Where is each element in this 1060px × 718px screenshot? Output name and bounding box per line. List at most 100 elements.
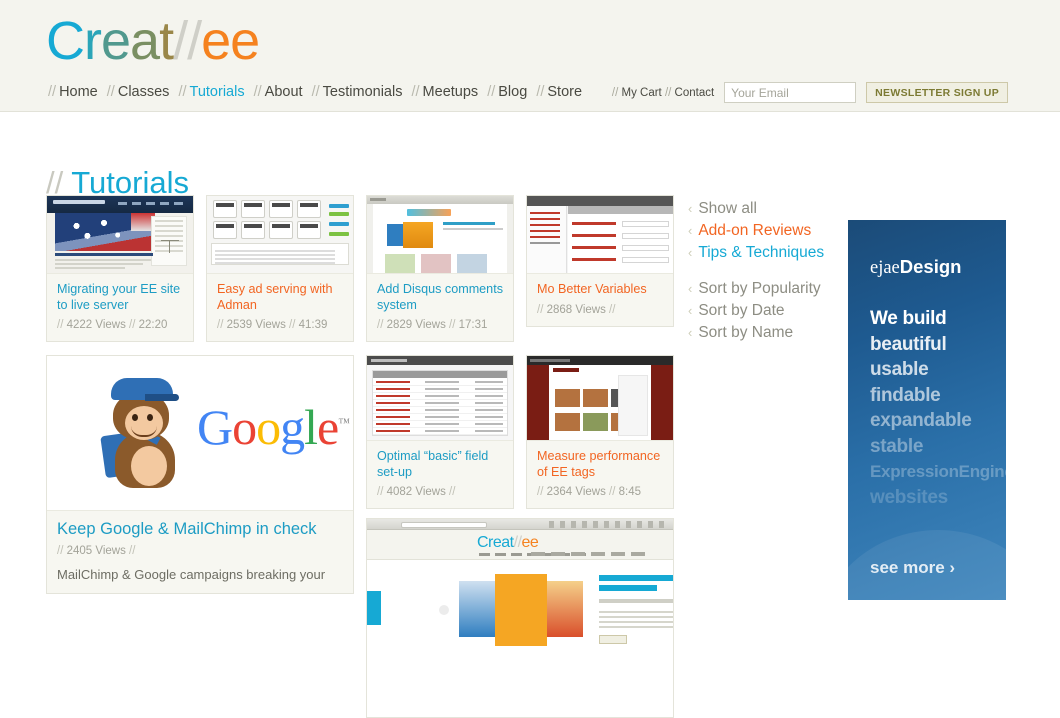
sort-by-date[interactable]: ‹ Sort by Date [688,300,848,322]
logo-char-t: t [159,11,174,71]
filter-label: Show all [698,200,757,217]
tutorial-title[interactable]: Optimal “basic” field set-up [377,449,503,480]
tutorial-card[interactable]: Easy ad serving with Adman // 2539 Views… [206,195,354,342]
nav-item-testimonials[interactable]: Testimonials [323,84,403,100]
tutorial-card[interactable]: Migrating your EE site to live server //… [46,195,194,342]
logo-char-r: r [84,11,102,71]
my-cart-link[interactable]: My Cart [621,87,661,99]
ad-line: expandable [870,410,972,431]
tutorial-card[interactable]: Measure performance of EE tags // 2364 V… [526,355,674,509]
ad-line: We build [870,308,947,329]
tutorial-duration: 22:20 [138,319,168,331]
sort-label: Sort by Date [698,302,785,319]
contact-link[interactable]: Contact [675,87,715,99]
sort-options-group: ‹ Sort by Popularity ‹ Sort by Date ‹ Sort … [688,278,848,344]
ad-line: usable [870,359,929,380]
tutorial-card-body: Easy ad serving with Adman // 2539 Views… [207,274,353,341]
tutorial-card[interactable]: Creat//ee [366,518,674,718]
ad-line: websites [870,486,948,508]
ejae-design-ad-banner[interactable]: ejaeDesign We build beautiful usable fin… [848,220,1006,600]
filter-label: Tips & Techniques [698,244,825,261]
tutorial-thumbnail [527,196,673,274]
util-separator: // [611,86,619,99]
tutorial-card[interactable]: Optimal “basic” field set-up // 4082 Vie… [366,355,514,509]
tutorial-meta: // 4082 Views // [377,486,503,498]
meta-slash: // [57,545,64,557]
tutorial-thumbnail [47,196,193,274]
tutorial-meta: // 2868 Views // [537,304,663,316]
newsletter-email-input[interactable] [724,82,857,103]
ad-line: ExpressionEngine [870,462,1006,481]
ad-line: stable [870,435,924,457]
nav-item-tutorials[interactable]: Tutorials [190,84,245,100]
ad-line: findable [870,384,941,406]
meta-slash: // [57,319,64,331]
tutorial-thumbnail: Google™ [47,356,353,511]
tutorial-thumbnail [367,356,513,441]
nav-item-store[interactable]: Store [547,84,582,100]
tutorial-thumbnail [207,196,353,274]
tutorial-title[interactable]: Mo Better Variables [537,282,663,298]
ad-see-more-link[interactable]: see more › [870,558,955,578]
meta-slash: // [217,319,224,331]
tutorial-title[interactable]: Measure performance of EE tags [537,449,663,480]
logo-char-e2: e [201,11,231,71]
ee-control-panel-screenshot [527,196,673,273]
header-utility-area: // My Cart // Contact NEWSLETTER SIGN UP [612,82,1008,103]
category-filter-group: ‹ Show all ‹ Add-on Reviews ‹ Tips & Techni… [688,198,848,264]
tutorial-title[interactable]: Easy ad serving with Adman [217,282,343,313]
filter-show-all[interactable]: ‹ Show all [688,198,848,220]
tutorial-card[interactable]: Mo Better Variables // 2868 Views // [526,195,674,327]
nav-item-about[interactable]: About [265,84,303,100]
nav-item-meetups[interactable]: Meetups [423,84,479,100]
filter-label: Add-on Reviews [698,222,812,239]
util-separator: // [664,86,672,99]
tutorial-card-featured[interactable]: Google™ Keep Google & MailChimp in check… [46,355,354,594]
nav-item-home[interactable]: Home [59,84,98,100]
nav-separator: // [311,84,320,100]
tutorial-meta: // 2364 Views // 8:45 [537,486,663,498]
sort-by-name[interactable]: ‹ Sort by Name [688,322,848,344]
tutorial-description: MailChimp & Google campaigns breaking yo… [57,567,326,582]
adman-dashboard-screenshot [207,196,353,273]
meta-slash: // [129,545,136,557]
mailchimp-freddie-mascot [99,372,189,490]
meta-slash: // [449,319,456,331]
blog-comments-screenshot [367,196,513,273]
nav-separator: // [48,84,57,100]
nav-item-blog[interactable]: Blog [498,84,527,100]
ad-logo-bold: Design [899,256,962,277]
tutorial-meta: // 4222 Views // 22:20 [57,319,183,331]
logo-char-c: C [46,11,85,71]
meta-slash: // [129,319,136,331]
tutorial-card-body: Migrating your EE site to live server //… [47,274,193,341]
sort-by-popularity[interactable]: ‹ Sort by Popularity [688,278,848,300]
meta-slash: // [449,486,456,498]
nav-separator: // [106,84,115,100]
site-logo[interactable]: Creat//ee [46,11,260,71]
nav-separator: // [253,84,262,100]
filter-tips-techniques[interactable]: ‹ Tips & Techniques [688,242,848,264]
tutorial-duration: 8:45 [618,486,642,498]
utility-links: // My Cart // Contact [612,87,714,99]
chevron-left-icon: ‹ [688,201,693,216]
filter-addon-reviews[interactable]: ‹ Add-on Reviews [688,220,848,242]
nav-item-classes[interactable]: Classes [118,84,170,100]
field-setup-table-screenshot [367,356,513,440]
newsletter-signup-button[interactable]: NEWSLETTER SIGN UP [866,82,1008,103]
ad-logo-light: ejae [870,258,900,278]
nav-separator: // [178,84,187,100]
meta-slash: // [537,486,544,498]
tutorial-title[interactable]: Keep Google & MailChimp in check [57,519,343,539]
tutorial-views: 2868 Views [546,303,606,316]
logo-slashes: // [173,11,202,71]
tutorial-title[interactable]: Add Disqus comments system [377,282,503,313]
chevron-left-icon: ‹ [688,281,693,296]
meta-slash: // [609,303,616,316]
nav-separator: // [536,84,545,100]
main-navigation: //Home //Classes //Tutorials //About //T… [48,84,587,100]
tutorial-views: 2364 Views [546,486,606,498]
meta-slash: // [609,486,616,498]
tutorial-card[interactable]: Add Disqus comments system // 2829 Views… [366,195,514,342]
tutorial-title[interactable]: Migrating your EE site to live server [57,282,183,313]
